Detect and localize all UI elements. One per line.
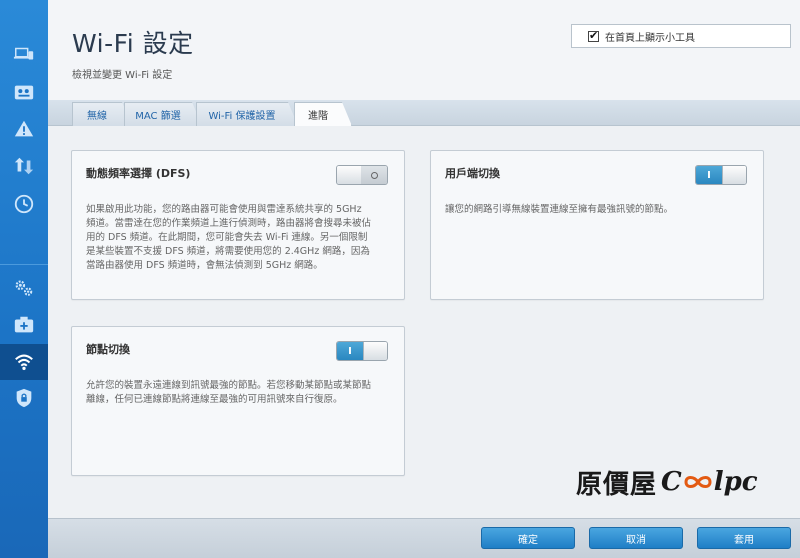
toggle-on-indicator: I xyxy=(696,166,722,184)
security-icon xyxy=(16,388,32,408)
sidebar-divider xyxy=(0,264,48,265)
watermark-cn: 原價屋 xyxy=(576,469,658,500)
tab-wps[interactable]: Wi-Fi 保護設置 xyxy=(196,102,298,126)
dfs-card: 動態頻率選擇 (DFS) 如果啟用此功能，您的路由器可能會使用與雷達系統共享的 … xyxy=(71,150,405,300)
page-subtitle: 檢視並變更 Wi-Fi 設定 xyxy=(72,70,173,81)
page-header: Wi-Fi 設定 檢視並變更 Wi-Fi 設定 在首頁上顯示小工具 xyxy=(48,0,800,100)
dfs-description: 如果啟用此功能，您的路由器可能會使用與雷達系統共享的 5GHz 頻道。當雷達在您… xyxy=(86,204,372,271)
sidebar-item-wifi[interactable] xyxy=(0,344,50,380)
node-steering-card: 節點切換 I 允許您的裝置永遠連線到訊號最強的節點。若您移動某節點或某節點 離線… xyxy=(71,326,405,476)
toggle-knob xyxy=(337,166,363,184)
watermark-logo: 原價屋 C lpc xyxy=(576,462,776,502)
dfs-title: 動態頻率選擇 (DFS) xyxy=(86,167,191,180)
wifi-icon xyxy=(15,354,33,371)
toggle-knob xyxy=(722,166,746,184)
sidebar-item-settings[interactable] xyxy=(0,270,48,306)
toggle-knob xyxy=(363,342,387,360)
camera-icon xyxy=(14,316,34,333)
infinity-loop-icon xyxy=(684,476,712,488)
content-area: 動態頻率選擇 (DFS) 如果啟用此功能，您的路由器可能會使用與雷達系統共享的 … xyxy=(48,126,800,518)
client-steering-title: 用戶端切換 xyxy=(445,167,500,180)
main-panel: Wi-Fi 設定 檢視並變更 Wi-Fi 設定 在首頁上顯示小工具 無線 MAC… xyxy=(48,0,800,558)
parental-icon xyxy=(14,85,34,100)
toggle-off-indicator xyxy=(361,166,387,184)
node-steering-toggle[interactable]: I xyxy=(336,341,388,361)
client-steering-toggle[interactable]: I xyxy=(695,165,747,185)
client-steering-card: 用戶端切換 I 讓您的網路引導無線裝置連線至擁有最強訊號的節點。 xyxy=(430,150,764,300)
show-widget-checkbox[interactable] xyxy=(588,29,599,42)
warning-icon xyxy=(14,120,34,137)
tab-bar: 無線 MAC 篩選 Wi-Fi 保護設置 進階 xyxy=(48,100,800,126)
show-widget-toggle[interactable]: 在首頁上顯示小工具 xyxy=(571,24,791,48)
dfs-toggle[interactable] xyxy=(336,165,388,185)
client-steering-description: 讓您的網路引導無線裝置連線至擁有最強訊號的節點。 xyxy=(445,204,674,215)
footer-bar: 確定 取消 套用 xyxy=(48,518,800,558)
tab-mac-filter[interactable]: MAC 篩選 xyxy=(124,102,202,126)
sidebar-item-update[interactable] xyxy=(0,148,48,184)
update-icon xyxy=(14,157,34,175)
watermark-en: C lpc xyxy=(661,467,758,497)
apply-button[interactable]: 套用 xyxy=(697,527,791,549)
sidebar-item-troubleshoot[interactable] xyxy=(0,111,48,147)
sidebar-item-security[interactable] xyxy=(0,380,48,416)
sidebar xyxy=(0,0,50,558)
devices-icon xyxy=(13,47,34,60)
sidebar-item-devices[interactable] xyxy=(0,36,48,72)
cancel-button[interactable]: 取消 xyxy=(589,527,683,549)
tab-wireless[interactable]: 無線 xyxy=(72,102,132,126)
sidebar-item-schedule[interactable] xyxy=(0,186,48,222)
page-title: Wi-Fi 設定 xyxy=(72,29,194,58)
toggle-on-indicator: I xyxy=(337,342,363,360)
show-widget-label: 在首頁上顯示小工具 xyxy=(605,32,695,44)
node-steering-description: 允許您的裝置永遠連線到訊號最強的節點。若您移動某節點或某節點 離線，任何已連線節… xyxy=(86,380,372,405)
sidebar-item-media[interactable] xyxy=(0,307,48,343)
settings-icon xyxy=(15,280,33,296)
tab-advanced[interactable]: 進階 xyxy=(294,102,352,126)
sidebar-item-parental[interactable] xyxy=(0,74,48,110)
clock-icon xyxy=(14,194,34,214)
node-steering-title: 節點切換 xyxy=(86,343,130,356)
ok-button[interactable]: 確定 xyxy=(481,527,575,549)
